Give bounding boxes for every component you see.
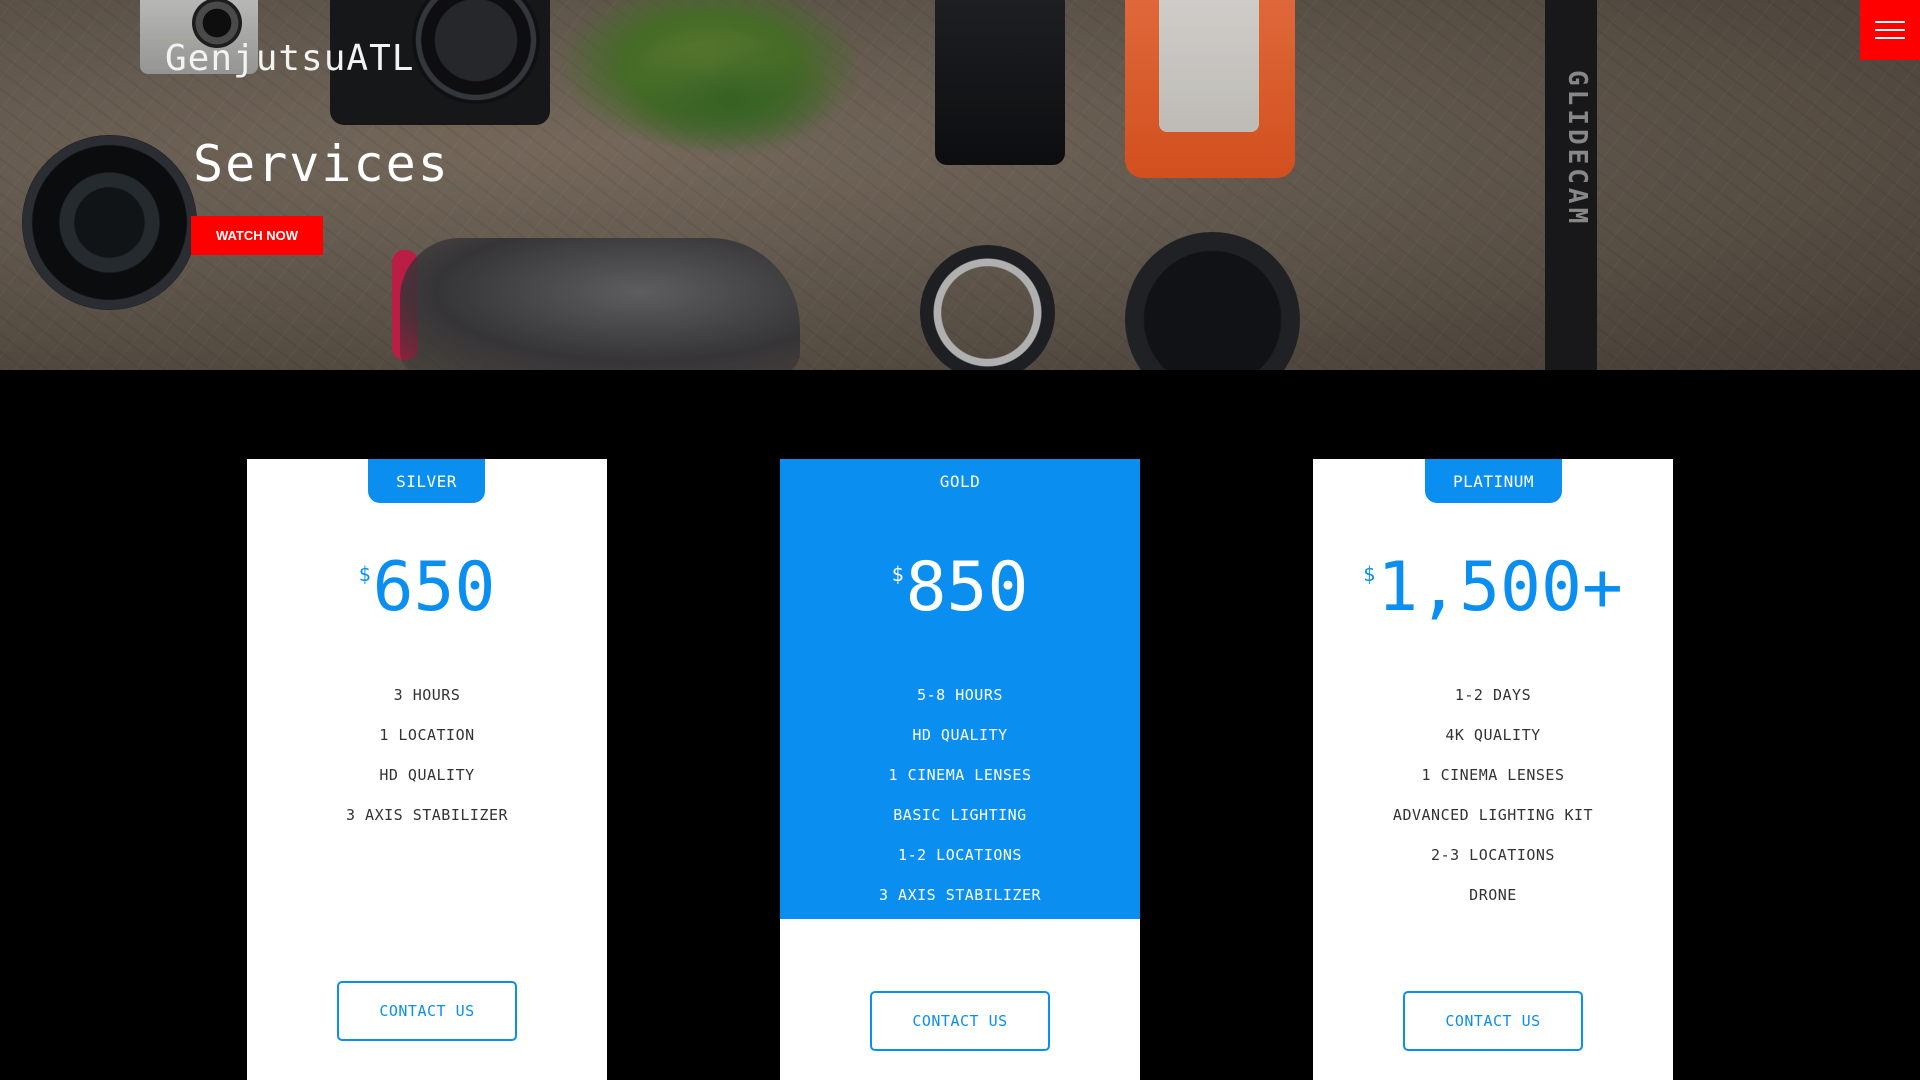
site-logo[interactable]: GenjutsuATL [165, 38, 414, 79]
currency-symbol: $ [358, 562, 371, 586]
feature-item: 1 CINEMA LENSES [1421, 766, 1565, 784]
feature-item: 5-8 HOURS [917, 686, 1003, 704]
feature-item: HD QUALITY [379, 766, 475, 784]
price-amount: 650 [372, 548, 496, 627]
feature-item: 3 AXIS STABILIZER [345, 806, 509, 824]
tier-badge: GOLD [939, 471, 981, 491]
feature-item: 4K QUALITY [1445, 726, 1541, 744]
contact-us-button[interactable]: CONTACT US [337, 981, 517, 1041]
feature-item: HD QUALITY [912, 726, 1008, 744]
feature-item: BASIC LIGHTING [893, 806, 1027, 824]
feature-list: 1-2 DAYS 4K QUALITY 1 CINEMA LENSES ADVA… [1313, 675, 1673, 915]
price-amount: 1,500+ [1377, 548, 1623, 627]
feature-item: DRONE [1469, 886, 1517, 904]
feature-item: 1-2 DAYS [1454, 686, 1532, 704]
contact-us-button[interactable]: CONTACT US [870, 991, 1050, 1051]
feature-list: 5-8 HOURS HD QUALITY 1 CINEMA LENSES BAS… [780, 675, 1140, 915]
feature-list: 3 HOURS 1 LOCATION HD QUALITY 3 AXIS STA… [247, 675, 607, 835]
hamburger-menu-icon [1875, 29, 1905, 31]
feature-item: 2-3 LOCATIONS [1431, 846, 1555, 864]
pricing-card-platinum: PLATINUM $1,500+ 1-2 DAYS 4K QUALITY 1 C… [1313, 459, 1673, 1080]
pricing-card-silver: SILVER $650 3 HOURS 1 LOCATION HD QUALIT… [247, 459, 607, 1080]
feature-item: ADVANCED LIGHTING KIT [1392, 806, 1594, 824]
feature-item: 1-2 LOCATIONS [898, 846, 1022, 864]
contact-us-button[interactable]: CONTACT US [1403, 991, 1583, 1051]
menu-button[interactable] [1860, 0, 1920, 60]
watch-now-button[interactable]: WATCH NOW [191, 216, 323, 255]
hamburger-menu-icon [1875, 37, 1905, 39]
hamburger-menu-icon [1875, 21, 1905, 23]
feature-item: 1 LOCATION [379, 726, 475, 744]
page-title: Services [193, 135, 450, 193]
hero-banner: GLIDECAM GenjutsuATL Services WATCH NOW [0, 0, 1920, 370]
feature-item: 3 HOURS [393, 686, 461, 704]
feature-item: 1 CINEMA LENSES [888, 766, 1032, 784]
pricing-card-gold: GOLD $850 5-8 HOURS HD QUALITY 1 CINEMA … [780, 459, 1140, 1080]
price: $650 [247, 554, 607, 622]
feature-item: 3 AXIS STABILIZER [878, 886, 1042, 904]
tier-badge: SILVER [368, 459, 485, 503]
price-amount: 850 [905, 548, 1029, 627]
currency-symbol: $ [891, 562, 904, 586]
currency-symbol: $ [1363, 562, 1376, 586]
tier-badge: PLATINUM [1425, 459, 1562, 503]
price: $1,500+ [1313, 554, 1673, 622]
price: $850 [780, 554, 1140, 622]
